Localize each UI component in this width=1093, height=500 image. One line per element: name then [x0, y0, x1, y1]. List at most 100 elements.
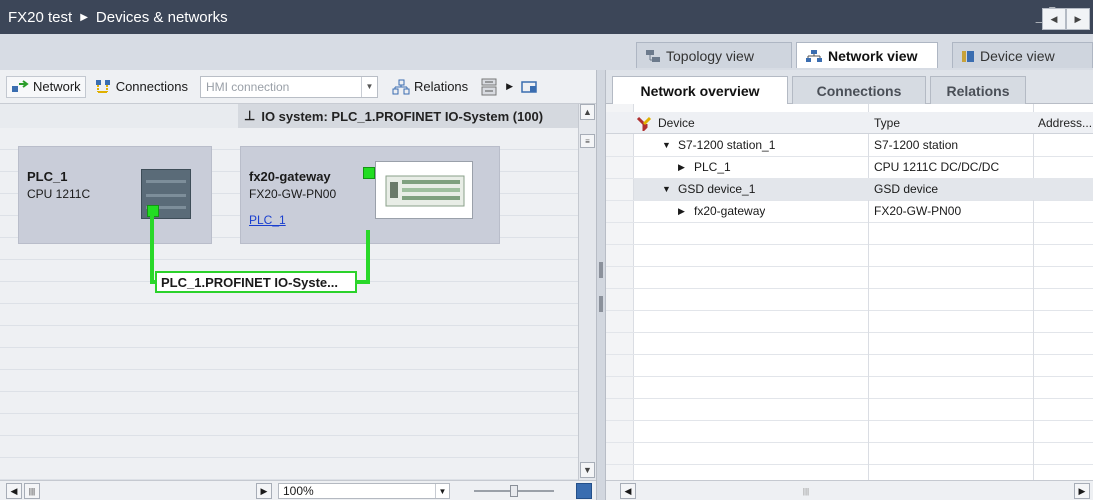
tab-device-label: Device view [980, 47, 1055, 64]
topology-icon [646, 49, 660, 62]
scroll-down-button[interactable]: ▼ [580, 462, 595, 478]
table-scroll-thumb[interactable]: ||| [796, 484, 816, 498]
project-name: FX20 test [8, 8, 73, 26]
grid-row-line [606, 332, 1093, 333]
canvas-status-bar: ◀ ||| ▶ 100% ▼ [0, 480, 596, 500]
expander-icon[interactable]: ▶ [678, 200, 685, 222]
table-scroll-left-button[interactable]: ◀ [620, 483, 636, 499]
row-device-type: S7-1200 station [874, 138, 959, 152]
network-mode-icon [12, 79, 29, 92]
breadcrumb-separator-icon: ▶ [80, 11, 88, 23]
plc-device-box[interactable]: PLC_1 CPU 1211C [18, 146, 212, 244]
section-name: Devices & networks [95, 8, 228, 26]
row-device-name: GSD device_1 [678, 182, 756, 196]
window-layout-icon [521, 80, 537, 93]
grid-row-line [606, 376, 1093, 377]
io-system-label: IO system: PLC_1.PROFINET IO-System (100… [261, 108, 544, 124]
pin-icon[interactable]: ⊥ [244, 108, 255, 124]
expander-icon[interactable]: ▼ [662, 134, 671, 156]
tab-topology-label: Topology view [666, 47, 754, 64]
tab-network-view[interactable]: Network view [796, 42, 938, 68]
row-device-type: FX20-GW-PN00 [874, 204, 962, 218]
network-mode-button[interactable]: Network [6, 75, 86, 98]
scroll-left-button[interactable]: ◀ [6, 483, 22, 499]
hmi-connection-value: HMI connection [205, 79, 290, 94]
gateway-network-wire [366, 230, 370, 284]
grid-row-line [606, 420, 1093, 421]
tab-scroll-left-icon[interactable]: ◀ [1042, 8, 1066, 30]
gateway-device-type: FX20-GW-PN00 [249, 187, 337, 201]
splitter-collapse-left-icon[interactable] [599, 262, 603, 278]
gateway-device-name: fx20-gateway [249, 169, 331, 184]
plc-network-wire [150, 216, 154, 284]
table-horizontal-scrollbar[interactable]: ◀ ||| ▶ [606, 480, 1093, 500]
window-title-bar: FX20 test ▶ Devices & networks _ ▘ ■ × [0, 0, 1093, 34]
toolbar-maximize-button[interactable] [517, 76, 541, 98]
relations-button[interactable]: Relations [388, 76, 472, 98]
canvas-vertical-scrollbar[interactable]: ▲ ≡ ▼ [578, 104, 596, 480]
grid-row-line [606, 398, 1093, 399]
tab-connections[interactable]: Connections [792, 76, 926, 104]
row-device-name: fx20-gateway [694, 204, 766, 218]
grid-row-line [606, 354, 1093, 355]
zoom-slider-thumb[interactable] [510, 485, 518, 497]
profinet-subnet-label[interactable]: PLC_1.PROFINET IO-Syste... [155, 271, 357, 293]
scroll-grip-icon[interactable]: ≡ [580, 134, 595, 148]
gateway-controller-link[interactable]: PLC_1 [249, 213, 286, 227]
connections-icon [95, 79, 110, 93]
device-names-button[interactable] [476, 76, 502, 98]
zoom-value: 100% [283, 484, 314, 498]
tab-relations[interactable]: Relations [930, 76, 1026, 104]
view-tabs-bar: Topology view Network view Device view [0, 34, 1093, 70]
connections-button[interactable]: Connections [90, 76, 192, 98]
scroll-right-button[interactable]: ▶ [256, 483, 272, 499]
tab-network-label: Network view [828, 47, 918, 64]
network-canvas[interactable]: ⊥ IO system: PLC_1.PROFINET IO-System (1… [0, 104, 578, 480]
grid-row-line [606, 288, 1093, 289]
plc-device-name: PLC_1 [27, 169, 68, 184]
grid-row-line [606, 222, 1093, 223]
zoom-dropdown-icon[interactable]: ▼ [435, 484, 449, 498]
column-header-device[interactable]: Device [658, 112, 695, 134]
hmi-connection-select[interactable]: HMI connection ▼ [199, 75, 378, 98]
tab-topology-view[interactable]: Topology view [636, 42, 792, 68]
relations-label: Relations [413, 79, 469, 94]
grid-row-line [606, 464, 1093, 465]
zoom-select[interactable]: 100% ▼ [278, 483, 450, 499]
grid-row-line [606, 310, 1093, 311]
grid-row-line [606, 266, 1093, 267]
scroll-up-button[interactable]: ▲ [580, 104, 595, 120]
tab-network-overview[interactable]: Network overview [612, 76, 788, 104]
horizontal-scroll-thumb[interactable]: ||| [24, 483, 40, 499]
table-header: Device Type Address... [606, 112, 1093, 134]
tab-scroll-buttons: ◀ ▶ [1042, 8, 1093, 30]
column-header-type[interactable]: Type [874, 112, 900, 134]
plc-device-type: CPU 1211C [27, 187, 91, 201]
toolbar-more-icon[interactable]: ▶ [506, 81, 513, 92]
tab-scroll-right-icon[interactable]: ▶ [1066, 8, 1090, 30]
gateway-profinet-port-icon[interactable] [363, 167, 375, 179]
connections-label: Connections [115, 79, 188, 94]
gateway-device-box[interactable]: fx20-gateway FX20-GW-PN00 PLC_1 [240, 146, 500, 244]
network-toolbar: Network Connections HMI connection ▼ Rel… [0, 70, 596, 104]
overview-tabs-bar: Network overview Connections Relations [606, 70, 1093, 104]
gateway-image [375, 161, 473, 219]
row-gutter [606, 104, 634, 480]
io-system-header: ⊥ IO system: PLC_1.PROFINET IO-System (1… [238, 104, 578, 128]
expander-icon[interactable]: ▼ [662, 178, 671, 200]
chevron-down-icon[interactable]: ▼ [360, 76, 377, 97]
column-filter-icon[interactable] [636, 115, 652, 133]
row-device-name: S7-1200 station_1 [678, 138, 776, 152]
expander-icon[interactable]: ▶ [678, 156, 685, 178]
network-mode-label: Network [33, 79, 81, 94]
column-header-address[interactable]: Address... [1038, 112, 1092, 134]
tab-device-view[interactable]: Device view [952, 42, 1093, 68]
panel-splitter[interactable] [596, 70, 606, 500]
canvas-grid: PLC_1 CPU 1211C fx20-gateway FX20-GW-PN0… [0, 128, 578, 480]
table-scroll-right-button[interactable]: ▶ [1074, 483, 1090, 499]
relations-icon [392, 79, 410, 94]
row-device-name: PLC_1 [694, 160, 731, 174]
overview-navigation-icon[interactable] [576, 483, 592, 499]
splitter-collapse-right-icon[interactable] [599, 296, 603, 312]
network-icon [806, 49, 822, 62]
